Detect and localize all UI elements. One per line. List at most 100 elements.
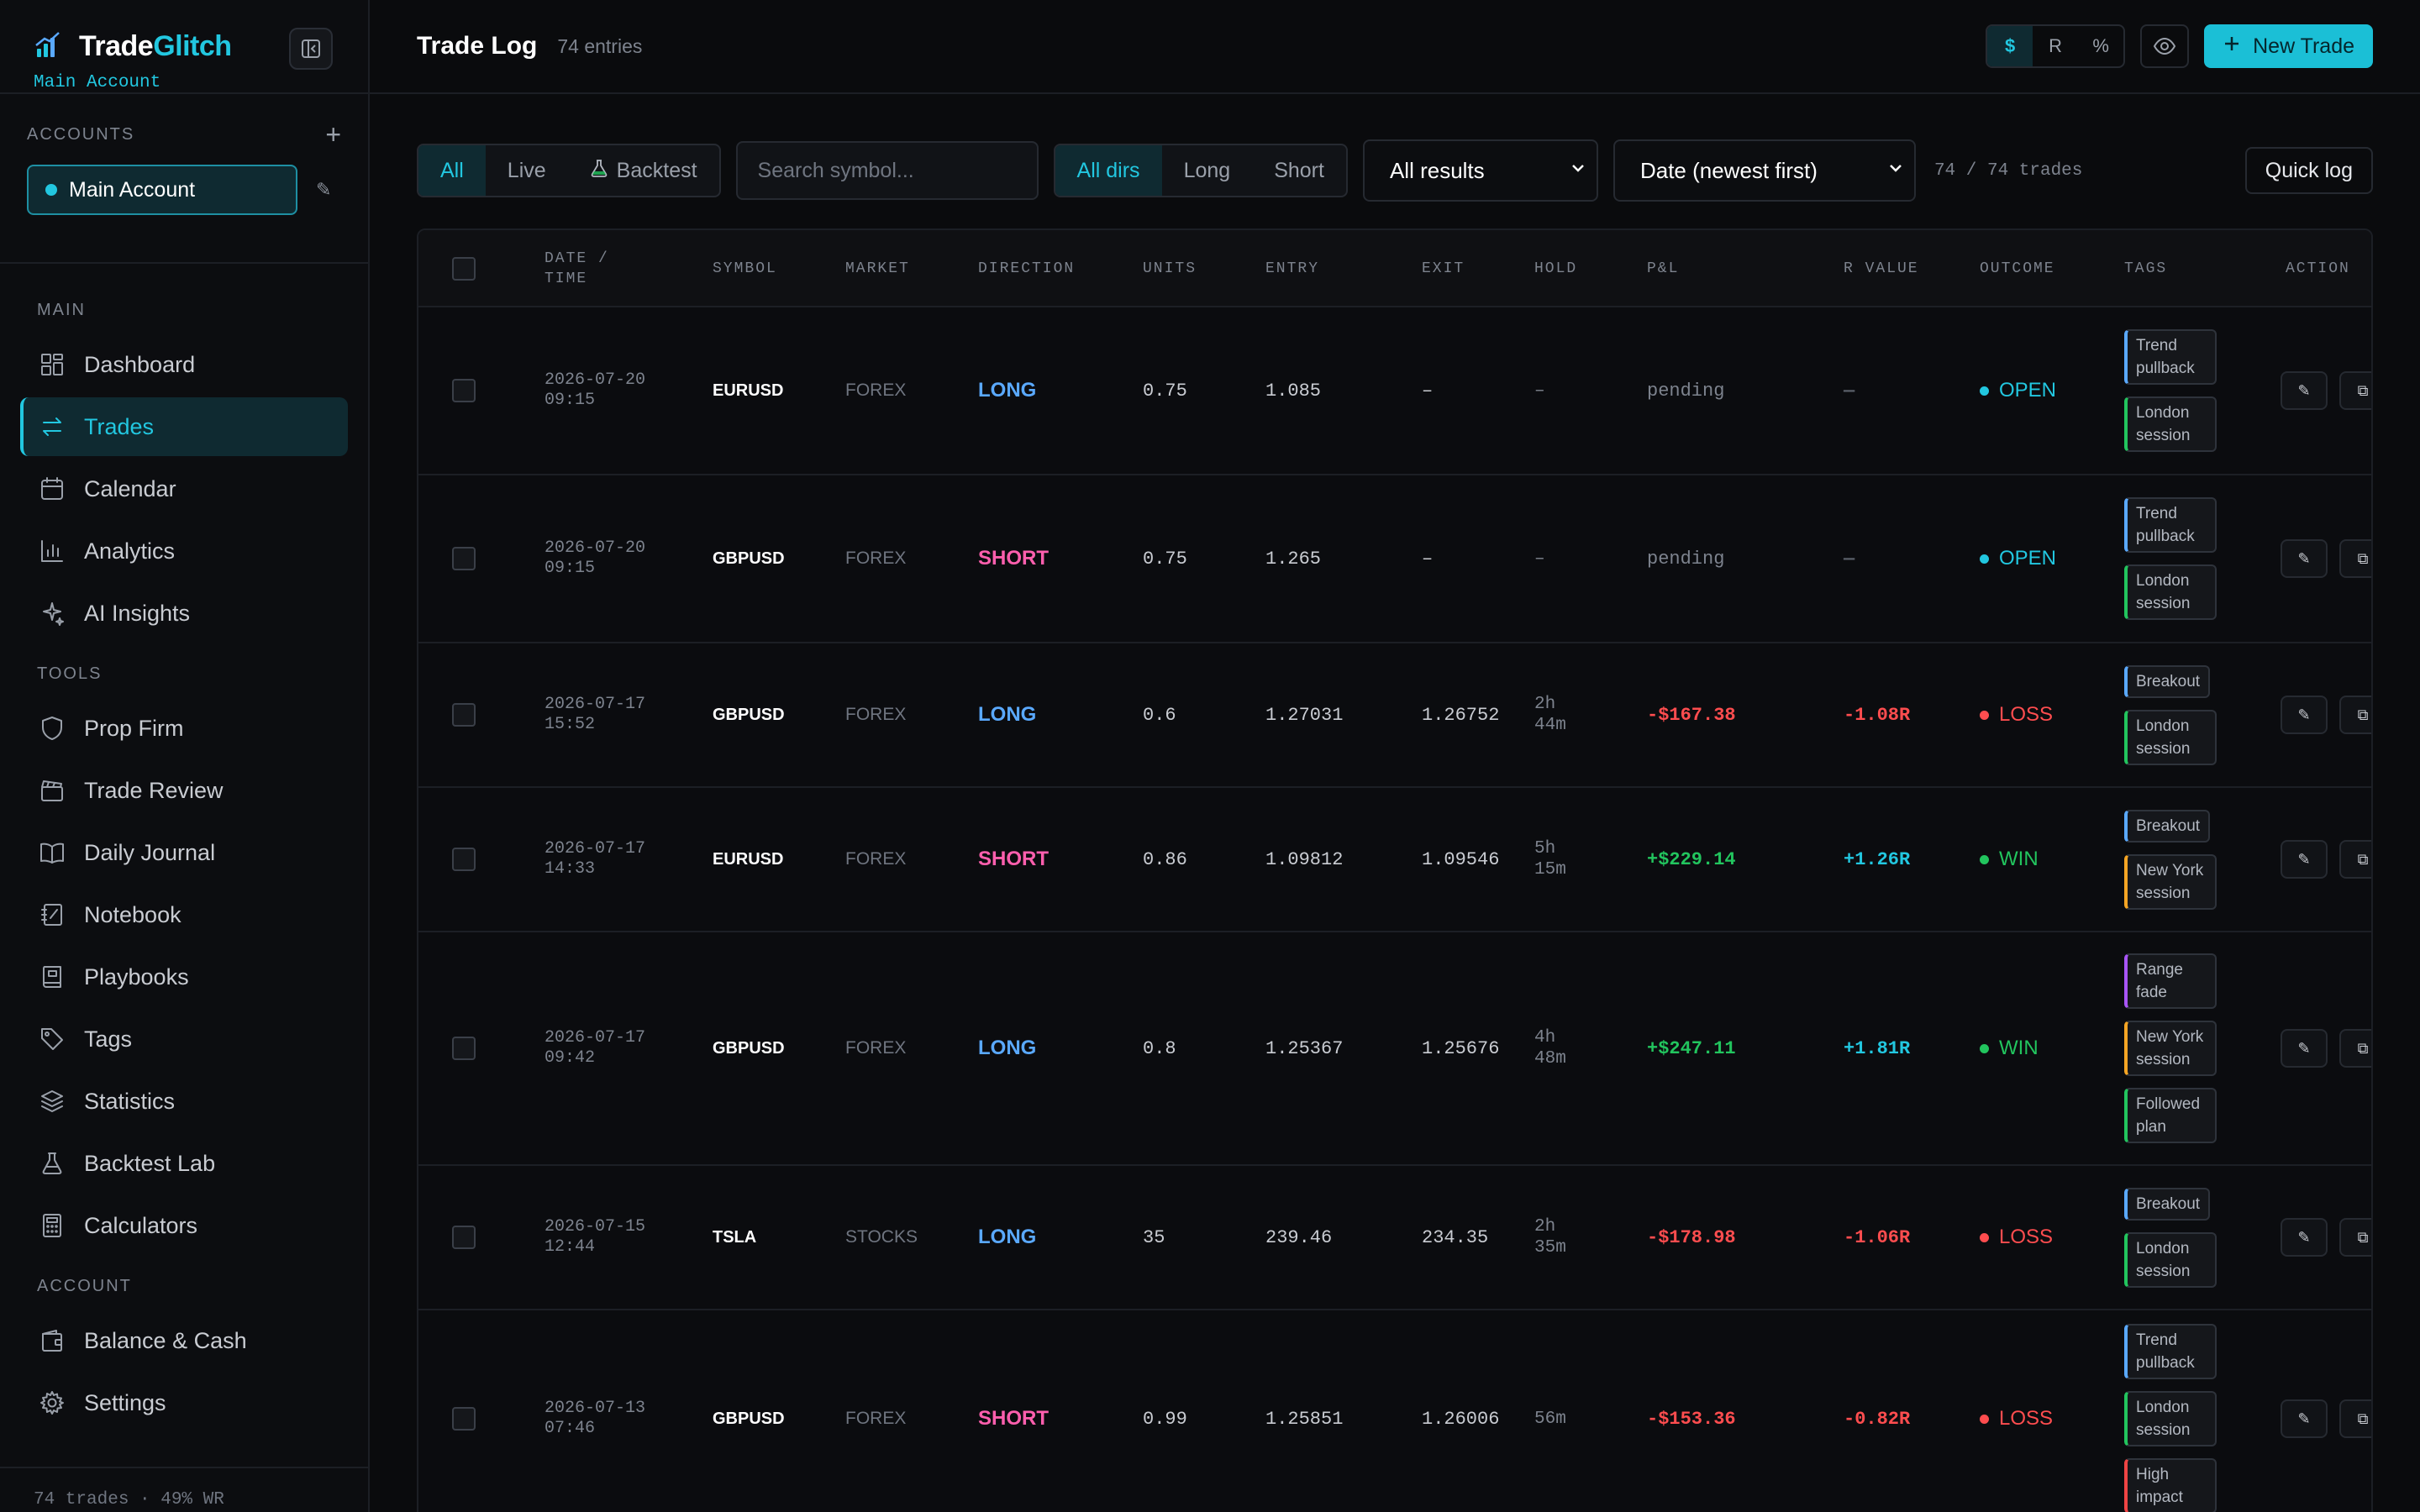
duplicate-trade-button[interactable]: ⧉ bbox=[2339, 1218, 2371, 1257]
edit-trade-button[interactable]: ✎ bbox=[2281, 1399, 2328, 1438]
sidebar-item-calendar[interactable]: Calendar bbox=[20, 459, 348, 518]
trade-symbol[interactable]: EURUSD bbox=[713, 307, 783, 474]
table-row[interactable]: 2026-07-17 15:52 GBPUSD FOREX LONG 0.6 1.27031… bbox=[418, 643, 2371, 788]
tag-chip[interactable]: London session bbox=[2124, 709, 2217, 765]
tag-chip[interactable]: Breakout bbox=[2124, 1187, 2211, 1221]
tag-chip[interactable]: London session bbox=[2124, 396, 2217, 452]
sidebar-item-settings[interactable]: Settings bbox=[20, 1373, 348, 1432]
duplicate-trade-button[interactable]: ⧉ bbox=[2339, 1399, 2371, 1438]
column-header-action[interactable]: ACTION bbox=[2286, 230, 2371, 307]
source-backtest-tab[interactable]: Backtest bbox=[568, 145, 719, 196]
sidebar-item-trade-review[interactable]: Trade Review bbox=[20, 761, 348, 820]
sidebar-item-trades[interactable]: Trades bbox=[20, 397, 348, 456]
column-header-units[interactable]: UNITS bbox=[1143, 230, 1244, 307]
tag-chip[interactable]: New York session bbox=[2124, 853, 2217, 910]
table-row[interactable]: 2026-07-20 09:15 EURUSD FOREX LONG 0.75 1.085 –… bbox=[418, 307, 2371, 475]
row-checkbox[interactable] bbox=[452, 1037, 476, 1060]
tag-chip[interactable]: London session bbox=[2124, 1231, 2217, 1288]
column-header-p-l[interactable]: P&L bbox=[1647, 230, 1798, 307]
sidebar-item-statistics[interactable]: Statistics bbox=[20, 1072, 348, 1131]
direction-long-tab[interactable]: Long bbox=[1162, 145, 1253, 196]
column-header-r-value[interactable]: R VALUE bbox=[1844, 230, 1944, 307]
duplicate-trade-button[interactable]: ⧉ bbox=[2339, 1029, 2371, 1068]
tag-chip[interactable]: London session bbox=[2124, 564, 2217, 620]
collapse-sidebar-button[interactable] bbox=[289, 28, 333, 70]
duplicate-trade-button[interactable]: ⧉ bbox=[2339, 371, 2371, 410]
row-checkbox[interactable] bbox=[452, 547, 476, 570]
sort-select[interactable]: Date (newest first) bbox=[1612, 139, 1916, 202]
duplicate-trade-button[interactable]: ⧉ bbox=[2339, 539, 2371, 578]
sidebar-item-prop-firm[interactable]: Prop Firm bbox=[20, 699, 348, 758]
tag-chip[interactable]: Followed plan bbox=[2124, 1088, 2217, 1143]
direction-all-tab[interactable]: All dirs bbox=[1055, 145, 1162, 196]
tag-chip[interactable]: High impact bbox=[2124, 1458, 2217, 1512]
trade-symbol[interactable]: GBPUSD bbox=[713, 932, 785, 1164]
table-row[interactable]: 2026-07-17 09:42 GBPUSD FOREX LONG 0.8 1.25367… bbox=[418, 932, 2371, 1166]
column-header-tags[interactable]: TAGS bbox=[2124, 230, 2259, 307]
trade-symbol[interactable]: TSLA bbox=[713, 1166, 756, 1309]
unit-dollar-button[interactable]: $ bbox=[1987, 26, 2033, 66]
tag-chip[interactable]: Trend pullback bbox=[2124, 1324, 2217, 1379]
table-row[interactable]: 2026-07-13 07:46 GBPUSD FOREX SHORT 0.99 1.258… bbox=[418, 1310, 2371, 1512]
result-select[interactable]: All results bbox=[1362, 139, 1598, 202]
add-account-button[interactable]: + bbox=[325, 121, 341, 148]
tag-chip[interactable]: Range fade bbox=[2124, 953, 2217, 1009]
sidebar-item-ai-insights[interactable]: AI Insights bbox=[20, 584, 348, 643]
table-row[interactable]: 2026-07-15 12:44 TSLA STOCKS LONG 35 239.46 234… bbox=[418, 1166, 2371, 1310]
tag-chip[interactable]: Breakout bbox=[2124, 664, 2211, 698]
table-row[interactable]: 2026-07-20 09:15 GBPUSD FOREX SHORT 0.75 1.265… bbox=[418, 475, 2371, 643]
privacy-toggle-button[interactable] bbox=[2140, 24, 2190, 68]
edit-trade-button[interactable]: ✎ bbox=[2281, 539, 2328, 578]
trade-symbol[interactable]: GBPUSD bbox=[713, 475, 785, 642]
direction-short-tab[interactable]: Short bbox=[1252, 145, 1346, 196]
table-row[interactable]: 2026-07-17 14:33 EURUSD FOREX SHORT 0.86 1.098… bbox=[418, 788, 2371, 932]
column-header-exit[interactable]: EXIT bbox=[1422, 230, 1523, 307]
column-header-market[interactable]: MARKET bbox=[845, 230, 946, 307]
sidebar-item-daily-journal[interactable]: Daily Journal bbox=[20, 823, 348, 882]
edit-trade-button[interactable]: ✎ bbox=[2281, 371, 2328, 410]
column-header-date-time[interactable]: DATE / TIME bbox=[544, 230, 662, 307]
row-checkbox[interactable] bbox=[452, 1407, 476, 1431]
edit-trade-button[interactable]: ✎ bbox=[2281, 1218, 2328, 1257]
edit-trade-button[interactable]: ✎ bbox=[2281, 1029, 2328, 1068]
select-all-checkbox[interactable] bbox=[452, 257, 476, 281]
edit-trade-button[interactable]: ✎ bbox=[2281, 840, 2328, 879]
tag-chip[interactable]: New York session bbox=[2124, 1021, 2217, 1076]
trade-symbol[interactable]: EURUSD bbox=[713, 788, 783, 931]
sidebar-item-notebook[interactable]: Notebook bbox=[20, 885, 348, 944]
duplicate-trade-button[interactable]: ⧉ bbox=[2339, 696, 2371, 734]
row-checkbox[interactable] bbox=[452, 848, 476, 871]
trade-symbol[interactable]: GBPUSD bbox=[713, 643, 785, 786]
sidebar-item-backtest-lab[interactable]: Backtest Lab bbox=[20, 1134, 348, 1193]
search-input[interactable]: Search symbol... bbox=[735, 141, 1039, 200]
sidebar-item-balance-cash[interactable]: Balance & Cash bbox=[20, 1311, 348, 1370]
brand-name[interactable]: TradeGlitch bbox=[79, 30, 232, 63]
trade-symbol[interactable]: GBPUSD bbox=[713, 1310, 785, 1512]
edit-trade-button[interactable]: ✎ bbox=[2281, 696, 2328, 734]
quick-log-button[interactable]: Quick log bbox=[2244, 147, 2373, 194]
column-header-hold[interactable]: HOLD bbox=[1534, 230, 1618, 307]
column-header-direction[interactable]: DIRECTION bbox=[978, 230, 1113, 307]
source-live-tab[interactable]: Live bbox=[486, 145, 568, 196]
column-header-entry[interactable]: ENTRY bbox=[1265, 230, 1400, 307]
tag-chip[interactable]: London session bbox=[2124, 1391, 2217, 1446]
row-checkbox[interactable] bbox=[452, 1226, 476, 1249]
row-checkbox[interactable] bbox=[452, 379, 476, 402]
unit-percent-button[interactable]: % bbox=[2078, 26, 2123, 66]
sidebar-item-dashboard[interactable]: Dashboard bbox=[20, 335, 348, 394]
source-all-tab[interactable]: All bbox=[418, 145, 486, 196]
sidebar-item-playbooks[interactable]: Playbooks bbox=[20, 948, 348, 1006]
sidebar-item-tags[interactable]: Tags bbox=[20, 1010, 348, 1068]
tag-chip[interactable]: Breakout bbox=[2124, 809, 2211, 843]
edit-account-icon[interactable]: ✎ bbox=[316, 179, 331, 201]
column-header-outcome[interactable]: OUTCOME bbox=[1980, 230, 2097, 307]
tag-chip[interactable]: Trend pullback bbox=[2124, 329, 2217, 385]
row-checkbox[interactable] bbox=[452, 703, 476, 727]
duplicate-trade-button[interactable]: ⧉ bbox=[2339, 840, 2371, 879]
unit-r-button[interactable]: R bbox=[2033, 26, 2078, 66]
sidebar-item-calculators[interactable]: Calculators bbox=[20, 1196, 348, 1255]
new-trade-button[interactable]: New Trade bbox=[2204, 24, 2373, 68]
tag-chip[interactable]: Trend pullback bbox=[2124, 497, 2217, 553]
column-header-symbol[interactable]: SYMBOL bbox=[713, 230, 813, 307]
account-selector[interactable]: Main Account bbox=[27, 165, 297, 215]
